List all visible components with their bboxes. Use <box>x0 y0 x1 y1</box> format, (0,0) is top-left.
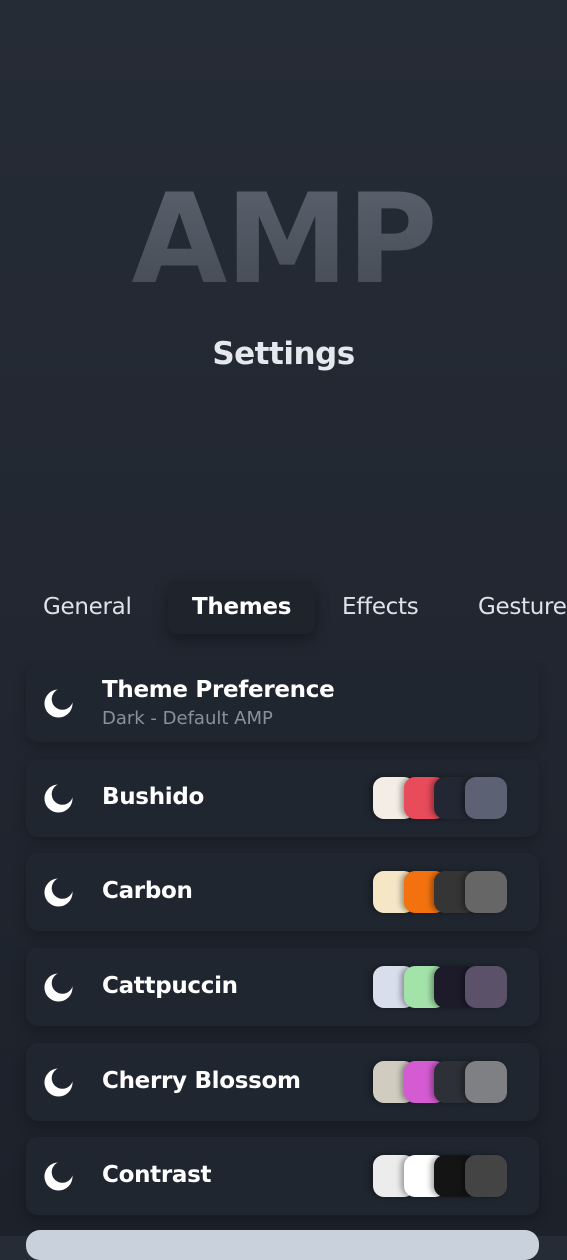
theme-name: Carbon <box>102 878 193 904</box>
swatch <box>465 1061 507 1103</box>
theme-name: Cherry Blossom <box>102 1068 301 1094</box>
theme-name: Cattpuccin <box>102 973 238 999</box>
theme-card-carbon[interactable]: Carbon <box>26 853 539 931</box>
tab-gestures[interactable]: Gesture <box>478 580 567 634</box>
swatch <box>465 871 507 913</box>
theme-swatches <box>373 1061 507 1103</box>
moon-icon <box>44 688 74 718</box>
theme-card-contrast[interactable]: Contrast <box>26 1137 539 1215</box>
app-logo: AMP <box>0 178 567 302</box>
moon-icon <box>44 972 74 1002</box>
theme-preference-value: Dark - Default AMP <box>102 708 273 729</box>
tab-themes[interactable]: Themes <box>168 580 316 634</box>
theme-swatches <box>373 871 507 913</box>
swatch <box>465 1155 507 1197</box>
tab-general[interactable]: General <box>43 580 132 634</box>
moon-icon <box>44 877 74 907</box>
theme-card-bushido[interactable]: Bushido <box>26 759 539 837</box>
theme-name: Contrast <box>102 1162 212 1188</box>
moon-icon <box>44 1067 74 1097</box>
theme-preference-card[interactable]: Theme Preference Dark - Default AMP <box>26 664 539 742</box>
settings-tabs: General Themes Effects Gesture <box>0 580 567 636</box>
moon-icon <box>44 1161 74 1191</box>
page-title: Settings <box>212 336 355 372</box>
theme-swatches <box>373 966 507 1008</box>
theme-card-cherry-blossom[interactable]: Cherry Blossom <box>26 1043 539 1121</box>
theme-swatches <box>373 1155 507 1197</box>
swatch <box>465 966 507 1008</box>
hero-header: AMP Settings <box>0 0 567 540</box>
theme-card-cattpuccin[interactable]: Cattpuccin <box>26 948 539 1026</box>
next-theme-card[interactable] <box>26 1230 539 1260</box>
theme-swatches <box>373 777 507 819</box>
moon-icon <box>44 783 74 813</box>
theme-preference-title: Theme Preference <box>102 677 335 703</box>
tab-effects[interactable]: Effects <box>342 580 419 634</box>
theme-name: Bushido <box>102 784 205 810</box>
swatch <box>465 777 507 819</box>
